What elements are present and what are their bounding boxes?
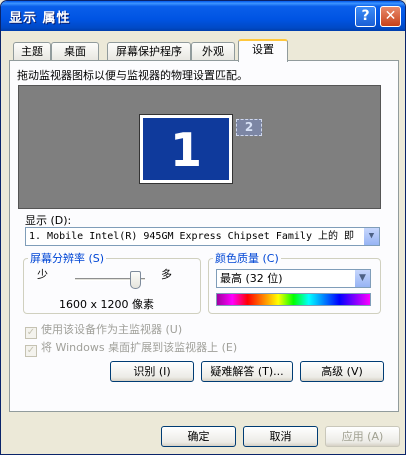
tab-desktop[interactable]: 桌面 xyxy=(51,42,99,61)
monitor-2-number: 2 xyxy=(244,120,254,134)
close-button[interactable]: ✕ xyxy=(380,6,401,27)
display-dropdown-value: 1. Mobile Intel(R) 945GM Express Chipset… xyxy=(29,231,355,242)
monitor-1-number: 1 xyxy=(169,123,202,177)
display-properties-window: 显示 属性 ? ✕ 主题 桌面 屏幕保护程序 外观 设置 拖动监视器图标以便与监… xyxy=(0,0,406,455)
color-quality-dropdown[interactable]: 最高 (32 位) ▼ xyxy=(216,269,371,288)
troubleshoot-button[interactable]: 疑难解答 (T)... xyxy=(201,361,293,382)
slider-low-label: 少 xyxy=(37,268,48,281)
monitor-1-icon[interactable]: 1 xyxy=(139,114,233,184)
color-quality-value: 最高 (32 位) xyxy=(220,272,283,285)
resolution-legend: 屏幕分辨率 (S) xyxy=(30,252,105,265)
slider-high-label: 多 xyxy=(161,268,172,281)
help-button[interactable]: ? xyxy=(355,6,376,27)
extend-desktop-checkbox[interactable]: ✓ 将 Windows 桌面扩展到该监视器上 (E) xyxy=(25,339,237,357)
checkmark-icon: ✓ xyxy=(25,345,37,357)
display-dropdown[interactable]: 1. Mobile Intel(R) 945GM Express Chipset… xyxy=(25,227,380,246)
tab-themes[interactable]: 主题 xyxy=(13,42,51,61)
monitor-2-icon[interactable]: 2 xyxy=(236,119,262,136)
instruction-text: 拖动监视器图标以便与监视器的物理设置匹配。 xyxy=(17,69,248,82)
identify-button[interactable]: 识别 (I) xyxy=(110,361,194,382)
checkmark-icon: ✓ xyxy=(25,327,37,339)
ok-button[interactable]: 确定 xyxy=(161,426,236,447)
title-bar[interactable]: 显示 属性 ? ✕ xyxy=(1,1,405,31)
close-icon: ✕ xyxy=(384,8,397,24)
primary-monitor-label: 使用该设备作为主监视器 (U) xyxy=(41,323,183,336)
chevron-down-icon[interactable]: ▼ xyxy=(363,228,379,245)
window-title: 显示 属性 xyxy=(9,11,71,26)
primary-monitor-checkbox[interactable]: ✓ 使用该设备作为主监视器 (U) xyxy=(25,321,182,339)
tab-appearance[interactable]: 外观 xyxy=(191,42,235,61)
resolution-slider-thumb[interactable] xyxy=(130,271,141,289)
resolution-value: 1600 x 1200 像素 xyxy=(59,298,154,311)
color-quality-legend: 颜色质量 (C) xyxy=(215,252,279,265)
help-icon: ? xyxy=(361,8,370,24)
tab-strip: 主题 桌面 屏幕保护程序 外观 设置 xyxy=(9,39,399,62)
color-spectrum-bar xyxy=(216,293,371,306)
tab-screensaver[interactable]: 屏幕保护程序 xyxy=(107,42,191,61)
chevron-down-icon[interactable]: ▼ xyxy=(354,270,370,287)
apply-button[interactable]: 应用 (A) xyxy=(325,426,400,447)
advanced-button[interactable]: 高级 (V) xyxy=(300,361,384,382)
display-label: 显示 (D): xyxy=(25,214,72,227)
tab-settings[interactable]: 设置 xyxy=(238,39,288,62)
extend-desktop-label: 将 Windows 桌面扩展到该监视器上 (E) xyxy=(41,341,238,354)
cancel-button[interactable]: 取消 xyxy=(243,426,318,447)
